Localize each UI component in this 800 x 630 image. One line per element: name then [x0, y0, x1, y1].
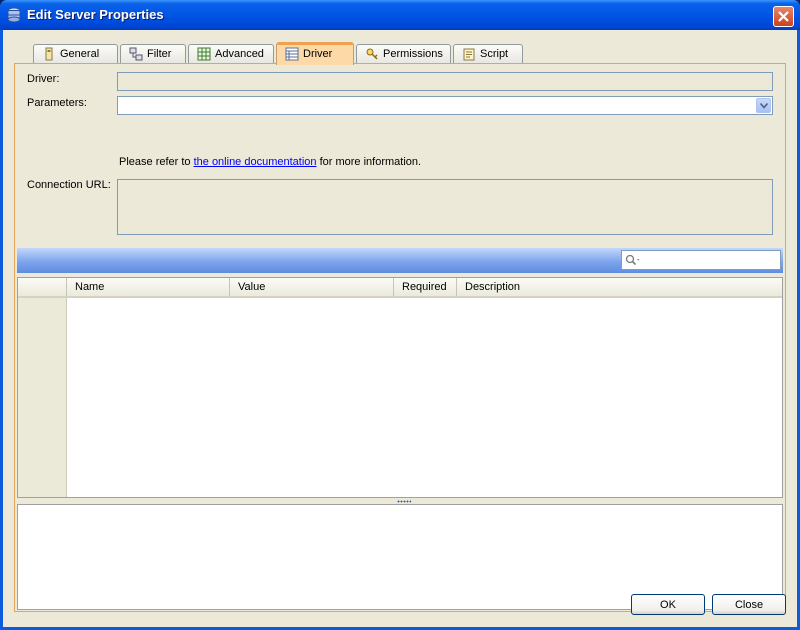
search-box[interactable] — [621, 250, 781, 270]
column-header-description-label: Description — [465, 281, 521, 293]
tab-script-label: Script — [480, 48, 509, 60]
connection-url-label: Connection URL: — [27, 179, 111, 191]
tab-driver[interactable]: Driver — [276, 42, 354, 65]
filter-icon — [129, 47, 143, 61]
search-input[interactable] — [644, 252, 778, 268]
tab-filter-label: Filter — [147, 48, 172, 60]
column-header-value[interactable]: Value — [229, 278, 393, 296]
column-header-value-label: Value — [238, 281, 266, 293]
column-header-required[interactable]: Required — [393, 278, 456, 296]
parameters-dropdown-button[interactable] — [756, 98, 771, 113]
properties-grid: Name Value Required Description — [17, 277, 783, 498]
connection-url-field[interactable] — [117, 179, 773, 235]
dialog-client: General Filter Advanced Driver Permissio… — [3, 30, 797, 627]
grid-header: Name Value Required Description — [18, 278, 782, 298]
column-header-name[interactable]: Name — [66, 278, 229, 296]
tab-advanced[interactable]: Advanced — [188, 44, 274, 64]
script-icon — [462, 47, 476, 61]
ok-button[interactable]: OK — [631, 594, 705, 615]
column-header-description[interactable]: Description — [456, 278, 782, 296]
tab-permissions[interactable]: Permissions — [356, 44, 451, 64]
info-suffix: for more information. — [316, 156, 422, 168]
tab-filter[interactable]: Filter — [120, 44, 186, 64]
close-icon — [778, 11, 789, 22]
tab-strip: General Filter Advanced Driver Permissio… — [17, 42, 787, 65]
advanced-icon — [197, 47, 211, 61]
tab-driver-label: Driver — [303, 48, 333, 60]
server-icon — [6, 7, 22, 23]
general-icon — [42, 47, 56, 61]
row-header-column — [18, 298, 67, 497]
search-icon — [625, 254, 640, 266]
close-button[interactable]: Close — [712, 594, 786, 615]
parameters-dropdown[interactable] — [117, 96, 773, 115]
close-window-button[interactable] — [773, 6, 794, 27]
tab-general[interactable]: General — [33, 44, 118, 64]
documentation-link[interactable]: the online documentation — [194, 156, 317, 168]
driver-icon — [285, 47, 299, 61]
tab-script[interactable]: Script — [453, 44, 523, 64]
driver-label: Driver: — [27, 73, 60, 85]
title-bar[interactable]: Edit Server Properties — [0, 0, 800, 30]
column-header-name-label: Name — [75, 281, 105, 293]
tab-permissions-label: Permissions — [383, 48, 443, 60]
dialog-window: Edit Server Properties General Filter Ad… — [0, 0, 800, 630]
permissions-icon — [365, 47, 379, 61]
info-prefix: Please refer to — [119, 156, 194, 168]
info-text: Please refer to the online documentation… — [119, 156, 421, 168]
chevron-down-icon — [760, 103, 768, 109]
tab-general-label: General — [60, 48, 100, 60]
tab-advanced-label: Advanced — [215, 48, 264, 60]
window-title: Edit Server Properties — [27, 7, 164, 22]
driver-field[interactable] — [117, 72, 773, 91]
column-header-required-label: Required — [402, 281, 447, 293]
splitter-handle[interactable] — [397, 500, 411, 503]
driver-panel: Driver: Parameters: Please refer to the … — [14, 63, 786, 612]
parameters-label: Parameters: — [27, 97, 87, 109]
